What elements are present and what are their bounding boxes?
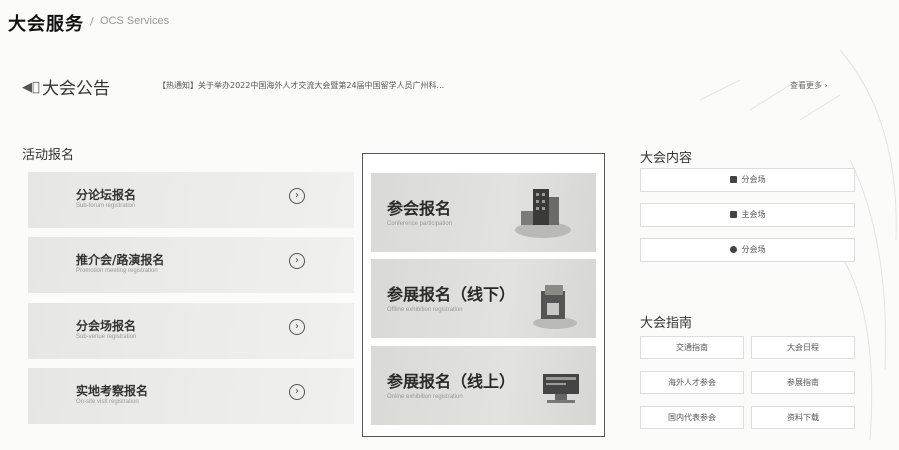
content-heading: 大会内容 — [640, 151, 693, 166]
content-item-main[interactable]: 主会场 — [640, 203, 855, 227]
arrow-right-icon[interactable]: › — [289, 319, 305, 335]
activity-card-promotion[interactable]: 推介会/路演报名 Promotion meeting registration … — [28, 237, 354, 293]
activity-card-subvenue[interactable]: 分会场报名 Sub-venue registration › — [28, 303, 354, 359]
notice-more-link[interactable]: 查看更多 › — [790, 80, 828, 91]
registration-panel: 参会报名 Conference participation 参展报名（线下） O… — [362, 153, 605, 437]
activity-card-title: 实地考察报名 — [76, 384, 149, 398]
activity-card-subtitle: Promotion meeting registration — [76, 268, 158, 274]
activity-card-site-visit[interactable]: 实地考察报名 On-site visit registration › — [28, 368, 354, 424]
arrow-right-icon[interactable]: › — [289, 384, 305, 400]
activity-card-title: 分论坛报名 — [76, 188, 137, 202]
activity-card-title: 推介会/路演报名 — [76, 253, 165, 267]
globe-icon — [729, 246, 737, 253]
booth-icon — [533, 285, 577, 329]
activity-card-subtitle: On-site visit registration — [76, 399, 139, 405]
guide-domestic-delegates[interactable]: 国内代表参会 — [640, 406, 744, 429]
content-item-subvenue[interactable]: 分会场 — [640, 168, 855, 192]
arrow-right-icon[interactable]: › — [289, 188, 305, 204]
content-item-subvenue-2[interactable]: 分会场 — [640, 238, 855, 262]
registration-card-title: 参展报名（线下） — [387, 285, 516, 304]
content-item-label: 分会场 — [741, 245, 766, 254]
guide-traffic[interactable]: 交通指南 — [640, 336, 744, 359]
guide-overseas-talent[interactable]: 海外人才参会 — [640, 371, 744, 394]
activity-card-subforum[interactable]: 分论坛报名 Sub-forum registration › — [28, 172, 354, 228]
title-separator: / — [90, 15, 94, 28]
registration-card-subtitle: Offline exhibition registration — [387, 307, 463, 313]
registration-card-subtitle: Online exhibition registration — [387, 394, 463, 400]
notice-title: 大会公告 — [42, 79, 110, 99]
guide-downloads[interactable]: 资料下载 — [751, 406, 855, 429]
chat-icon — [729, 176, 737, 183]
registration-card-attend[interactable]: 参会报名 Conference participation — [371, 173, 596, 252]
content-item-label: 主会场 — [741, 210, 766, 219]
activity-card-title: 分会场报名 — [76, 319, 137, 333]
registration-card-offline[interactable]: 参展报名（线下） Offline exhibition registration — [371, 259, 596, 338]
activity-card-subtitle: Sub-venue registration — [76, 334, 137, 340]
notice-text[interactable]: 【热通知】关于举办2022中国海外人才交流大会暨第24届中国留学人员广州科... — [158, 80, 444, 91]
registration-card-subtitle: Conference participation — [387, 221, 453, 227]
registration-card-title: 参展报名（线上） — [387, 372, 516, 391]
building-icon — [515, 189, 571, 238]
registration-card-title: 参会报名 — [387, 199, 452, 218]
registration-card-online[interactable]: 参展报名（线上） Online exhibition registration — [371, 346, 596, 425]
page-subtitle: OCS Services — [100, 15, 170, 27]
speaker-icon: ◀ﾞ — [22, 80, 40, 95]
document-icon — [729, 211, 737, 218]
guide-schedule[interactable]: 大会日程 — [751, 336, 855, 359]
guide-exhibition[interactable]: 参展指南 — [751, 371, 855, 394]
content-item-label: 分会场 — [741, 175, 766, 184]
activity-heading: 活动报名 — [22, 148, 75, 163]
monitor-icon — [543, 374, 579, 403]
arrow-right-icon[interactable]: › — [289, 253, 305, 269]
activity-card-subtitle: Sub-forum registration — [76, 203, 136, 209]
page-title: 大会服务 — [8, 14, 84, 35]
guide-heading: 大会指南 — [640, 316, 693, 331]
